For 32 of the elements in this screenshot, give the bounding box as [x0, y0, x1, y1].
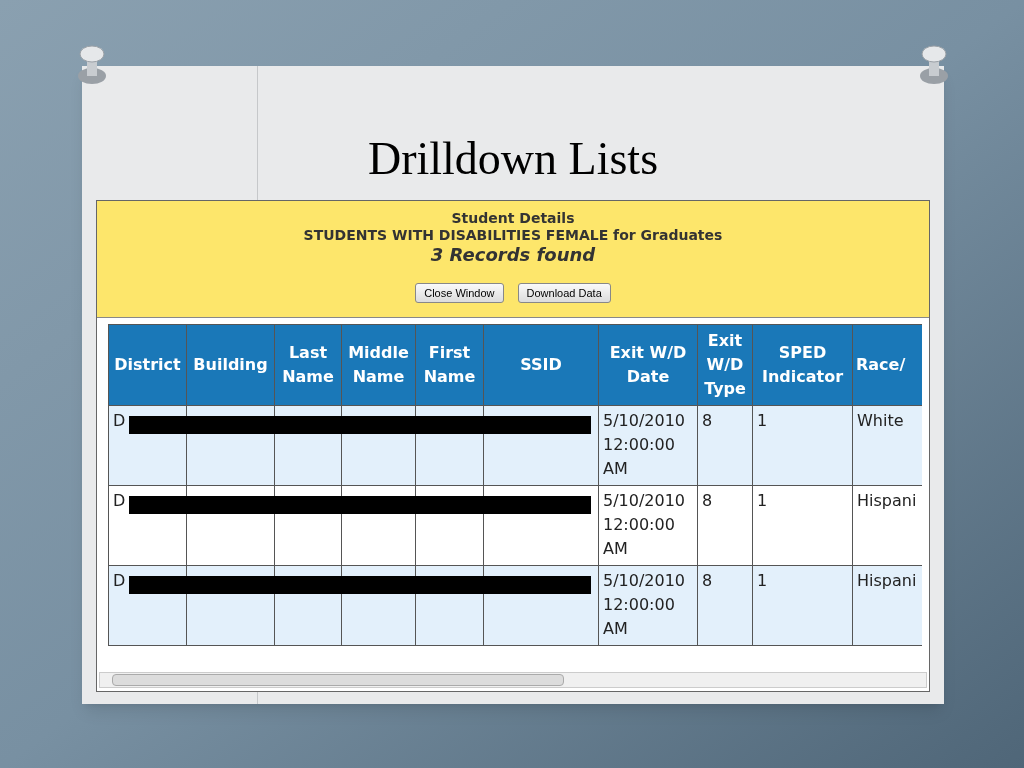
- column-header: Last Name: [274, 324, 342, 406]
- table-cell: 1: [757, 491, 768, 510]
- column-header: First Name: [415, 324, 484, 406]
- column-header: Building: [186, 324, 275, 406]
- table-cell: 5/10/2010 12:00:00 AM: [603, 571, 686, 638]
- table-cell: 1: [757, 411, 768, 430]
- column-header: Race/: [852, 324, 922, 406]
- close-window-button[interactable]: Close Window: [415, 283, 504, 303]
- table-cell: D: [113, 571, 126, 590]
- column-header: District: [108, 324, 187, 406]
- table-cell: White: [857, 411, 904, 430]
- table-cell: Hispani: [857, 491, 917, 510]
- column-header: SSID: [483, 324, 599, 406]
- column-header: Exit W/D Type: [697, 324, 753, 406]
- column-header: SPED Indicator: [752, 324, 853, 406]
- table-cell: Hispani: [857, 571, 917, 590]
- table-cell: 8: [702, 411, 713, 430]
- table-cell: 8: [702, 571, 713, 590]
- horizontal-scrollbar[interactable]: [99, 672, 927, 688]
- slide-title: Drilldown Lists: [366, 132, 660, 186]
- popup-heading: Student Details: [451, 210, 575, 227]
- download-data-button[interactable]: Download Data: [517, 283, 611, 303]
- table-cell: 5/10/2010 12:00:00 AM: [603, 491, 686, 558]
- column-header: Middle Name: [341, 324, 416, 406]
- table-cell: D: [113, 411, 126, 430]
- record-count: 3 Records found: [430, 244, 596, 266]
- table-cell: 8: [702, 491, 713, 510]
- column-header: Exit W/D Date: [598, 324, 698, 406]
- table-cell: 5/10/2010 12:00:00 AM: [603, 411, 686, 478]
- popup-subheading: STUDENTS WITH DISABILITIES FEMALE for Graduates: [303, 227, 723, 244]
- table-cell: 1: [757, 571, 768, 590]
- table-cell: D: [113, 491, 126, 510]
